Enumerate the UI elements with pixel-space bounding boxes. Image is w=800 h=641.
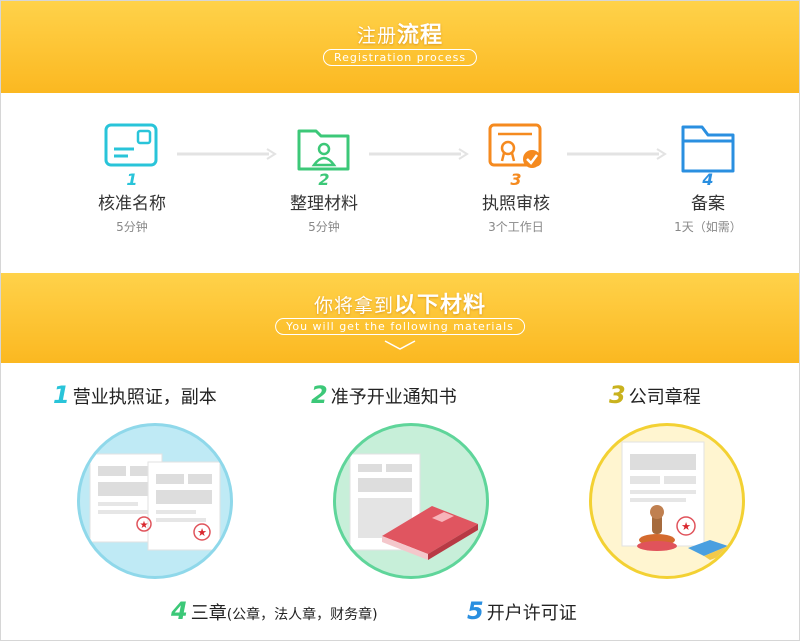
material-label: 开户许可证 — [486, 603, 577, 624]
materials-title-normal: 你将拿到 — [313, 295, 394, 317]
step-name: 备案 — [691, 194, 725, 214]
notice-book-icon — [349, 453, 478, 560]
id-card-icon — [104, 123, 158, 167]
step-2: 2 整理材料 5分钟 — [249, 121, 399, 235]
process-title-bold: 流程 — [397, 23, 444, 48]
step-number: 1 — [126, 170, 138, 189]
material-title-2: 2 准予开业通知书 — [311, 381, 457, 409]
step-name: 执照审核 — [482, 194, 550, 214]
chevron-down-icon — [384, 340, 416, 350]
step-time: 1天（如需） — [674, 220, 742, 234]
opening-notice-illustration — [333, 423, 489, 579]
materials-banner: 你将拿到以下材料 You will get the following mate… — [1, 273, 799, 364]
step-number: 4 — [702, 170, 714, 189]
material-number: 5 — [467, 597, 484, 625]
page-frame: 注册流程 Registration process 1 核准名称 5分钟 2 整… — [0, 0, 800, 641]
step-number: 3 — [510, 170, 522, 189]
svg-text:★: ★ — [140, 520, 149, 531]
materials-title-bold: 以下材料 — [394, 293, 487, 318]
material-number: 4 — [171, 597, 188, 625]
material-label: 准予开业通知书 — [330, 387, 457, 408]
charter-stamp-icon: ★ — [621, 441, 732, 560]
svg-text:★: ★ — [197, 526, 207, 539]
material-label: 公司章程 — [628, 387, 701, 408]
materials-subtitle: You will get the following materials — [275, 318, 525, 335]
step-3: 3 执照审核 3个工作日 — [441, 121, 591, 235]
svg-text:★: ★ — [681, 520, 691, 533]
material-number: 1 — [53, 381, 70, 409]
material-item-4: 4 三章(公章，法人章，财务章) — [171, 597, 378, 625]
material-label: 营业执照证，副本 — [72, 387, 217, 408]
step-1: 1 核准名称 5分钟 — [57, 121, 207, 235]
materials-title: 你将拿到以下材料 — [1, 287, 799, 319]
folder-user-icon — [297, 129, 350, 171]
process-steps: 1 核准名称 5分钟 2 整理材料 5分钟 3 执照审核 3个工作日 4 备案 … — [1, 93, 799, 273]
step-time: 5分钟 — [116, 220, 148, 234]
business-license-illustration: ★ ★ — [77, 423, 233, 579]
material-label: 三章 — [190, 603, 227, 624]
step-number: 2 — [318, 170, 330, 189]
materials-section: 1 营业执照证，副本 2 准予开业通知书 3 公司章程 ★ ★ ★ 4 三章(公… — [1, 363, 799, 640]
step-time: 5分钟 — [308, 220, 340, 234]
material-detail: (公章，法人章，财务章) — [226, 607, 378, 623]
material-number: 3 — [609, 381, 626, 409]
folder-icon — [681, 125, 735, 173]
material-number: 2 — [311, 381, 328, 409]
certificate-icon — [488, 123, 542, 168]
step-name: 整理材料 — [290, 194, 358, 214]
process-title-normal: 注册 — [356, 25, 397, 47]
step-4: 4 备案 1天（如需） — [633, 121, 783, 235]
material-title-1: 1 营业执照证，副本 — [53, 381, 217, 409]
process-title: 注册流程 — [1, 17, 799, 49]
process-subtitle: Registration process — [322, 49, 478, 66]
step-name: 核准名称 — [98, 194, 166, 214]
process-banner: 注册流程 Registration process — [1, 1, 799, 94]
material-item-5: 5 开户许可证 — [467, 597, 577, 625]
articles-illustration: ★ — [589, 423, 745, 579]
step-time: 3个工作日 — [488, 220, 544, 234]
material-title-3: 3 公司章程 — [609, 381, 701, 409]
license-documents-icon: ★ ★ — [89, 453, 221, 551]
